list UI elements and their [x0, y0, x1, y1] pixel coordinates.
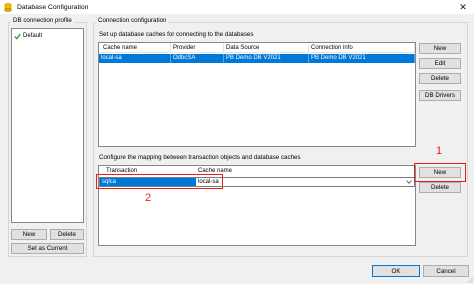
ok-button[interactable]: OK — [372, 265, 420, 277]
new-profile-label: New — [22, 231, 36, 238]
new-cache-button[interactable]: New — [419, 43, 461, 54]
delete-profile-button[interactable]: Delete — [50, 229, 84, 240]
cache-name-dropdown[interactable]: local-sa — [196, 178, 414, 186]
chevron-down-icon[interactable] — [405, 178, 413, 186]
delete-mapping-label: Delete — [431, 184, 449, 191]
edit-cache-label: Edit — [434, 60, 446, 67]
cancel-label: Cancel — [436, 267, 456, 275]
table-row[interactable]: local-sa OdbcSA PB Demo DB V2021 PB Demo… — [99, 54, 415, 63]
window-title: Database Configuration — [17, 3, 89, 11]
delete-mapping-button[interactable]: Delete — [419, 182, 461, 193]
close-icon: ✕ — [459, 1, 467, 12]
connection-description: Set up database caches for connecting to… — [99, 31, 254, 38]
table-cell: PB Demo DB V2021 — [309, 54, 415, 63]
ok-label: OK — [391, 267, 401, 275]
annotation-marker-2: 2 — [145, 192, 152, 204]
profile-item-label: Default — [23, 33, 43, 39]
column-header[interactable]: Data Source — [224, 43, 309, 53]
set-as-current-button[interactable]: Set as Current — [11, 243, 84, 254]
profile-list[interactable]: Default — [11, 28, 84, 223]
table-cell: PB Demo DB V2021 — [224, 54, 309, 63]
connection-group-label: Connection configuration — [96, 17, 169, 24]
close-button[interactable]: ✕ — [452, 0, 474, 14]
db-drivers-button[interactable]: DB Drivers — [419, 90, 461, 101]
column-header[interactable]: Connection info — [309, 43, 415, 53]
cache-table-header: Cache name Provider Data Source Connecti… — [99, 43, 415, 53]
annotation-marker-1: 1 — [436, 145, 443, 157]
delete-cache-label: Delete — [431, 75, 449, 82]
cancel-button[interactable]: Cancel — [423, 265, 469, 277]
column-header[interactable]: Provider — [171, 43, 224, 53]
database-configuration-window: Database Configuration ✕ DB connection p… — [0, 0, 474, 284]
table-cell: OdbcSA — [171, 54, 224, 63]
cache-table[interactable]: Cache name Provider Data Source Connecti… — [98, 42, 416, 147]
column-header[interactable]: Cache name — [99, 43, 171, 53]
profile-group-label: DB connection profile — [11, 17, 74, 24]
title-bar: Database Configuration ✕ — [0, 0, 474, 14]
annotation-box-new-button — [414, 163, 466, 182]
annotation-box-mapping-row — [96, 174, 223, 189]
table-cell: local-sa — [99, 54, 171, 63]
edit-cache-button[interactable]: Edit — [419, 58, 461, 69]
set-as-current-label: Set as Current — [27, 245, 68, 252]
db-drivers-label: DB Drivers — [425, 92, 455, 99]
delete-profile-label: Delete — [58, 231, 76, 238]
database-icon — [3, 2, 12, 12]
profile-list-item[interactable]: Default — [14, 32, 42, 40]
checkmark-icon — [14, 33, 21, 40]
new-cache-label: New — [433, 45, 447, 52]
new-profile-button[interactable]: New — [11, 229, 47, 240]
resize-grip[interactable] — [467, 277, 473, 283]
mapping-description: Configure the mapping between transactio… — [99, 154, 301, 161]
delete-cache-button[interactable]: Delete — [419, 73, 461, 84]
